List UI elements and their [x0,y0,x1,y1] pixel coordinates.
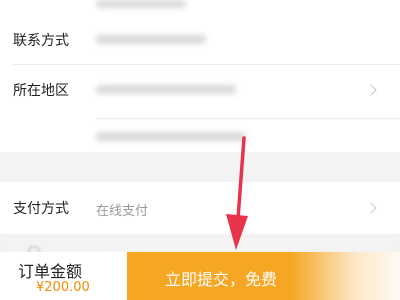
submit-button-fade [290,252,400,300]
submit-label: 立即提交，免费 [165,272,278,289]
region-label: 所在地区 [13,83,69,99]
address-detail-redacted [96,132,246,141]
chevron-right-icon [365,84,377,96]
region-value-redacted [96,85,236,94]
payment-method-row[interactable]: 支付方式 在线支付 [0,182,400,234]
address-form-card: 联系方式 所在地区 [0,0,400,152]
order-amount-label: 订单金额 [18,262,83,281]
blurred-top-value [96,0,186,8]
contact-value-redacted [96,35,206,44]
submit-button[interactable]: 立即提交，免费 [127,252,400,300]
chevron-right-icon [365,202,377,214]
contact-label: 联系方式 [13,33,69,49]
payment-value: 在线支付 [96,204,149,219]
region-row[interactable]: 所在地区 [0,72,400,108]
payment-label: 支付方式 [13,201,69,217]
contact-row[interactable]: 联系方式 [0,22,400,58]
order-amount-value: ¥200.00 [36,280,90,295]
address-detail-row[interactable] [0,122,400,150]
divider [96,118,400,119]
divider [13,64,400,65]
